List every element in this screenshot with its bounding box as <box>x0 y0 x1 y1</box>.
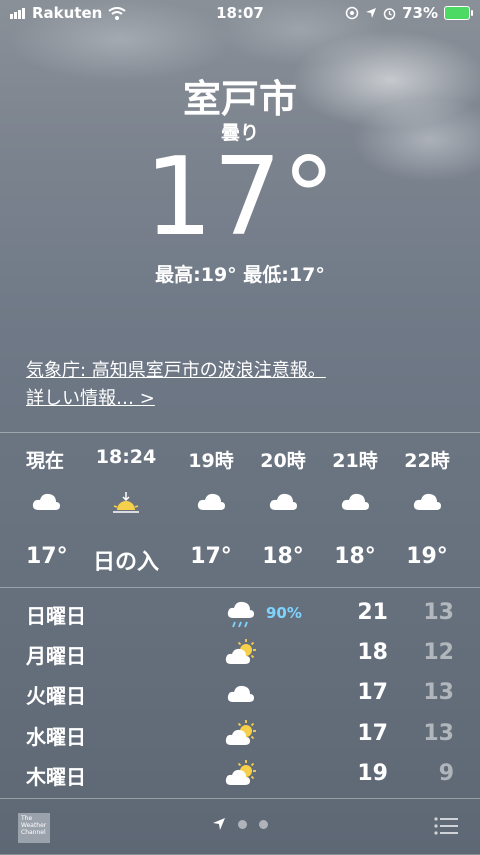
location-arrow-icon[interactable] <box>212 817 226 831</box>
daily-row: 木曜日 19 9 <box>0 755 480 795</box>
list-icon[interactable] <box>434 817 458 835</box>
divider <box>0 432 480 433</box>
battery-icon <box>444 6 473 20</box>
cloud-icon <box>387 490 467 524</box>
page-indicator[interactable] <box>0 817 480 831</box>
high-low: 最高:19° 最低:17° <box>155 264 325 286</box>
cloud-icon <box>6 490 86 524</box>
alarm-icon <box>383 7 396 20</box>
current-temperature: 17° <box>144 135 336 260</box>
status-bar: Rakuten 18:07 73% <box>0 0 480 28</box>
weather-alert[interactable]: 気象庁: 高知県室戸市の波浪注意報。 詳しい情報… > <box>26 357 326 413</box>
rain-cloud-icon <box>227 601 254 628</box>
daily-row: 月曜日 18 12 <box>0 634 480 674</box>
precip-chance: 90% <box>266 604 302 622</box>
daily-row: 火曜日 17 13 <box>0 674 480 714</box>
cloud-icon <box>171 490 251 524</box>
orientation-lock-icon <box>345 6 359 20</box>
cloud-icon <box>243 490 323 524</box>
cloud-icon <box>227 685 254 702</box>
alert-text: 気象庁: 高知県室戸市の波浪注意報。 <box>26 360 326 381</box>
daily-row: 水曜日 17 13 <box>0 715 480 755</box>
cloud-icon <box>315 490 395 524</box>
alert-more-link[interactable]: 詳しい情報… > <box>26 388 155 409</box>
hourly-forecast[interactable]: 現在 17° 18:24 日の入 19時 17° 20時 18° 21時 18°… <box>0 440 480 580</box>
bottom-toolbar: The Weather Channel <box>0 798 480 855</box>
divider <box>0 587 480 588</box>
city-name: 室戸市 <box>182 77 297 121</box>
daily-row: 日曜日 90% 21 13 <box>0 594 480 634</box>
partly-cloudy-icon <box>225 760 256 785</box>
partly-cloudy-icon <box>225 639 256 664</box>
sunset-icon <box>86 490 166 524</box>
page-dot[interactable] <box>238 819 247 829</box>
battery-percent: 73% <box>402 4 438 22</box>
page-dot[interactable] <box>259 819 268 829</box>
partly-cloudy-icon <box>225 720 256 745</box>
location-arrow-icon <box>366 8 377 18</box>
